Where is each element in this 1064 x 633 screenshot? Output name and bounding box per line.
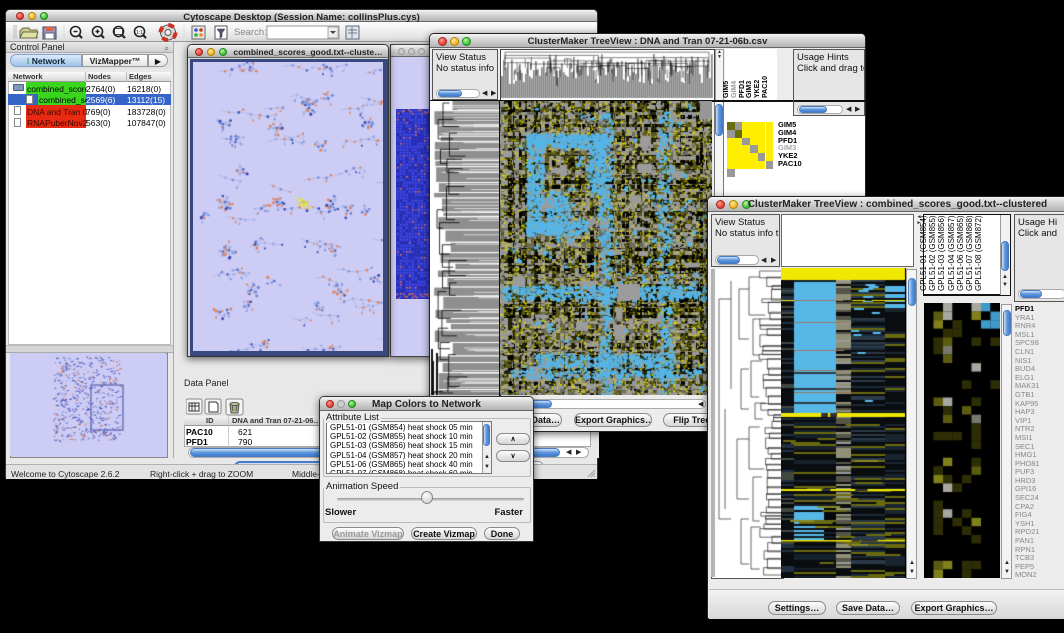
- svg-text:1:1: 1:1: [136, 30, 143, 36]
- svg-text:Search:: Search:: [234, 27, 267, 38]
